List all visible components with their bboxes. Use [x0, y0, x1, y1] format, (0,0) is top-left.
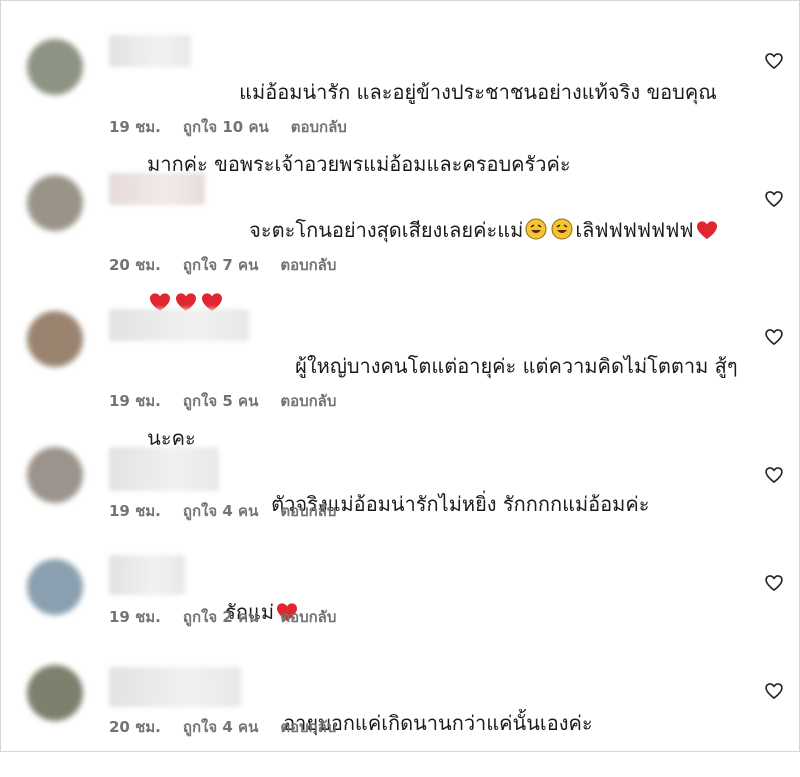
- comment-meta: 19 ชม. ถูกใจ 10 คน ตอบกลับ: [109, 115, 347, 139]
- heart-outline-icon[interactable]: [764, 573, 784, 593]
- comment-time: 19 ชม.: [109, 118, 161, 136]
- comment-time: 20 ชม.: [109, 718, 161, 736]
- heart-outline-icon[interactable]: [764, 327, 784, 347]
- comment-meta: 19 ชม. ถูกใจ 2 คน ตอบกลับ: [109, 605, 336, 629]
- avatar[interactable]: [27, 447, 83, 503]
- comment-time: 19 ชม.: [109, 608, 161, 626]
- comment-time: 20 ชม.: [109, 256, 161, 274]
- reply-button[interactable]: ตอบกลับ: [280, 605, 336, 629]
- red-heart-emoji: [696, 221, 717, 240]
- comments-panel: แม่อ้อมน่ารัก และอยู่ข้างประชาชนอย่างแท้…: [0, 0, 800, 752]
- reply-button[interactable]: ตอบกลับ: [280, 389, 336, 413]
- comment-item: แม่อ้อมน่ารัก และอยู่ข้างประชาชนอย่างแท้…: [1, 33, 800, 176]
- reply-button[interactable]: ตอบกลับ: [291, 115, 347, 139]
- comment-text-line1: ผู้ใหญ่บางคนโตแต่อายุค่ะ แต่ความคิดไม่โต…: [295, 354, 738, 378]
- rolling-laughing-emoji: [551, 218, 573, 240]
- comment-meta: 20 ชม. ถูกใจ 7 คน ตอบกลับ: [109, 253, 336, 277]
- avatar[interactable]: [27, 311, 83, 367]
- comment-likes[interactable]: ถูกใจ 5 คน: [183, 389, 258, 413]
- comment-item: ผู้ใหญ่บางคนโตแต่อายุค่ะ แต่ความคิดไม่โต…: [1, 307, 800, 450]
- comment-item: รักแม่ 19 ชม. ถูกใจ 2 คน ตอบกลับ: [1, 553, 800, 663]
- comment-likes[interactable]: ถูกใจ 7 คน: [183, 253, 258, 277]
- reply-button[interactable]: ตอบกลับ: [280, 253, 336, 277]
- comment-meta: 20 ชม. ถูกใจ 4 คน ตอบกลับ: [109, 715, 336, 739]
- comment-likes[interactable]: ถูกใจ 10 คน: [183, 115, 269, 139]
- comment-item: ตัวจริงแม่อ้อมน่ารักไม่หยิ่ง รักกกกแม่อ้…: [1, 445, 800, 555]
- comment-item: จะตะโกนอย่างสุดเสียงเลยค่ะแม่ เลิฟฟฟฟฟฟฟ …: [1, 171, 800, 312]
- comment-time: 19 ชม.: [109, 502, 161, 520]
- reply-button[interactable]: ตอบกลับ: [280, 499, 336, 523]
- comment-text-mid: เลิฟฟฟฟฟฟฟ: [575, 218, 694, 242]
- comment-item: อายุบอกแค่เกิดนานกว่าแค่นั้นเองค่ะ 20 ชม…: [1, 665, 800, 775]
- comment-text-line1: แม่อ้อมน่ารัก และอยู่ข้างประชาชนอย่างแท้…: [239, 80, 717, 104]
- avatar[interactable]: [27, 39, 83, 95]
- reply-button[interactable]: ตอบกลับ: [280, 715, 336, 739]
- comment-text-line1: จะตะโกนอย่างสุดเสียงเลยค่ะแม่: [249, 218, 524, 242]
- heart-outline-icon[interactable]: [764, 681, 784, 701]
- heart-outline-icon[interactable]: [764, 465, 784, 485]
- rolling-laughing-emoji: [525, 218, 547, 240]
- avatar[interactable]: [27, 559, 83, 615]
- heart-outline-icon[interactable]: [764, 189, 784, 209]
- comment-meta: 19 ชม. ถูกใจ 4 คน ตอบกลับ: [109, 499, 336, 523]
- comment-likes[interactable]: ถูกใจ 2 คน: [183, 605, 258, 629]
- comment-meta: 19 ชม. ถูกใจ 5 คน ตอบกลับ: [109, 389, 336, 413]
- comment-likes[interactable]: ถูกใจ 4 คน: [183, 715, 258, 739]
- heart-outline-icon[interactable]: [764, 51, 784, 71]
- avatar[interactable]: [27, 665, 83, 721]
- comment-time: 19 ชม.: [109, 392, 161, 410]
- avatar[interactable]: [27, 175, 83, 231]
- comment-likes[interactable]: ถูกใจ 4 คน: [183, 499, 258, 523]
